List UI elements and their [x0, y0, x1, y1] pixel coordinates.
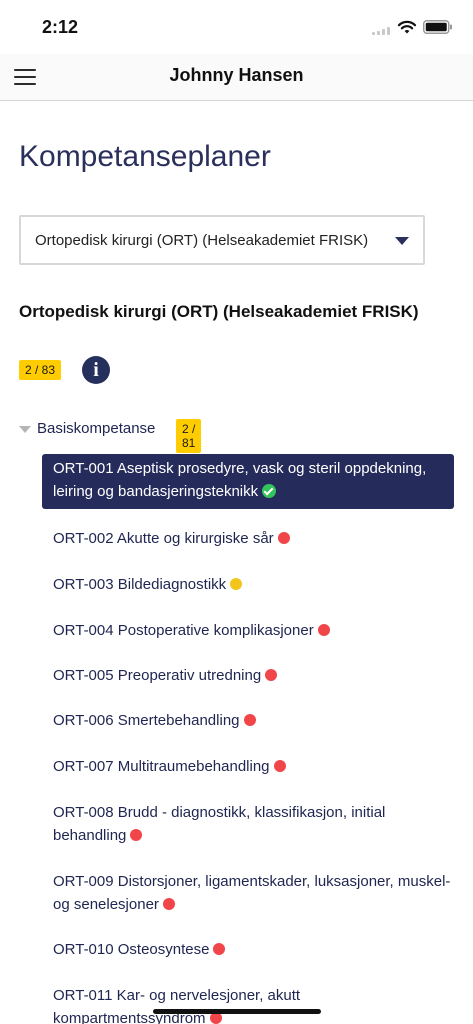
item-label: ORT-005 Preoperativ utredning — [53, 667, 262, 684]
competence-item-ort-010[interactable]: ORT-010 Osteosyntese — [42, 938, 454, 961]
status-dot-yellow-icon — [230, 578, 243, 590]
competence-item-ort-011[interactable]: ORT-011 Kar- og nervelesjoner, akutt kom… — [42, 984, 454, 1024]
item-label: ORT-009 Distorsjoner, ligamentskader, lu… — [53, 873, 451, 913]
competence-item-ort-008[interactable]: ORT-008 Brudd - diagnostikk, klassifikas… — [42, 801, 454, 847]
caret-down-icon — [395, 237, 409, 245]
competence-item-ort-003[interactable]: ORT-003 Bildediagnostikk — [42, 573, 454, 596]
section-progress-badge: 2 / 81 — [176, 419, 202, 453]
item-label: ORT-002 Akutte og kirurgiske sår — [53, 530, 274, 547]
item-label: ORT-008 Brudd - diagnostikk, klassifikas… — [53, 804, 386, 844]
wifi-icon — [397, 20, 417, 34]
item-label: ORT-004 Postoperative komplikasjoner — [53, 622, 314, 639]
checkmark-circle-icon — [262, 484, 277, 498]
item-label: ORT-006 Smertebehandling — [53, 712, 240, 729]
status-dot-red-icon — [265, 669, 278, 681]
status-dot-red-icon — [277, 532, 290, 544]
competence-item-ort-004[interactable]: ORT-004 Postoperative komplikasjoner — [42, 619, 454, 642]
status-dot-red-icon — [317, 624, 330, 636]
status-bar: 2:12 — [0, 0, 473, 54]
page-title: Kompetanseplaner — [19, 140, 271, 173]
status-dot-red-icon — [130, 829, 143, 841]
disclosure-triangle-icon — [19, 426, 31, 433]
item-label: ORT-001 Aseptisk prosedyre, vask og ster… — [53, 460, 427, 500]
item-label: ORT-007 Multitraumebehandling — [53, 758, 270, 775]
cellular-signal-icon — [372, 27, 392, 35]
battery-icon — [423, 20, 452, 34]
competence-item-ort-009[interactable]: ORT-009 Distorsjoner, ligamentskader, lu… — [42, 870, 454, 916]
competence-item-ort-001[interactable]: ORT-001 Aseptisk prosedyre, vask og ster… — [42, 454, 454, 509]
home-indicator — [153, 1009, 321, 1014]
item-label: ORT-010 Osteosyntese — [53, 941, 210, 958]
status-dot-red-icon — [273, 760, 286, 772]
competence-item-ort-007[interactable]: ORT-007 Multitraumebehandling — [42, 755, 454, 778]
plan-select-value: Ortopedisk kirurgi (ORT) (Helseakademiet… — [35, 232, 369, 249]
status-dot-red-icon — [213, 943, 226, 955]
status-time: 2:12 — [42, 17, 79, 37]
competence-item-ort-002[interactable]: ORT-002 Akutte og kirurgiske sår — [42, 527, 454, 550]
section-label: Basiskompetanse — [37, 420, 156, 437]
status-dot-red-icon — [162, 898, 175, 910]
item-label: ORT-003 Bildediagnostikk — [53, 576, 227, 593]
nav-title: Johnny Hansen — [169, 65, 304, 85]
info-icon[interactable]: i — [82, 356, 110, 384]
status-dot-red-icon — [243, 714, 256, 726]
plan-select-dropdown[interactable]: Ortopedisk kirurgi (ORT) (Helseakademiet… — [19, 215, 425, 265]
competence-item-ort-006[interactable]: ORT-006 Smertebehandling — [42, 709, 454, 732]
plan-progress-badge: 2 / 83 — [19, 360, 62, 380]
competence-item-ort-005[interactable]: ORT-005 Preoperativ utredning — [42, 664, 454, 687]
nav-bar: Johnny Hansen — [0, 54, 473, 101]
plan-title: Ortopedisk kirurgi (ORT) (Helseakademiet… — [19, 302, 419, 321]
item-label: ORT-011 Kar- og nervelesjoner, akutt kom… — [53, 987, 301, 1024]
